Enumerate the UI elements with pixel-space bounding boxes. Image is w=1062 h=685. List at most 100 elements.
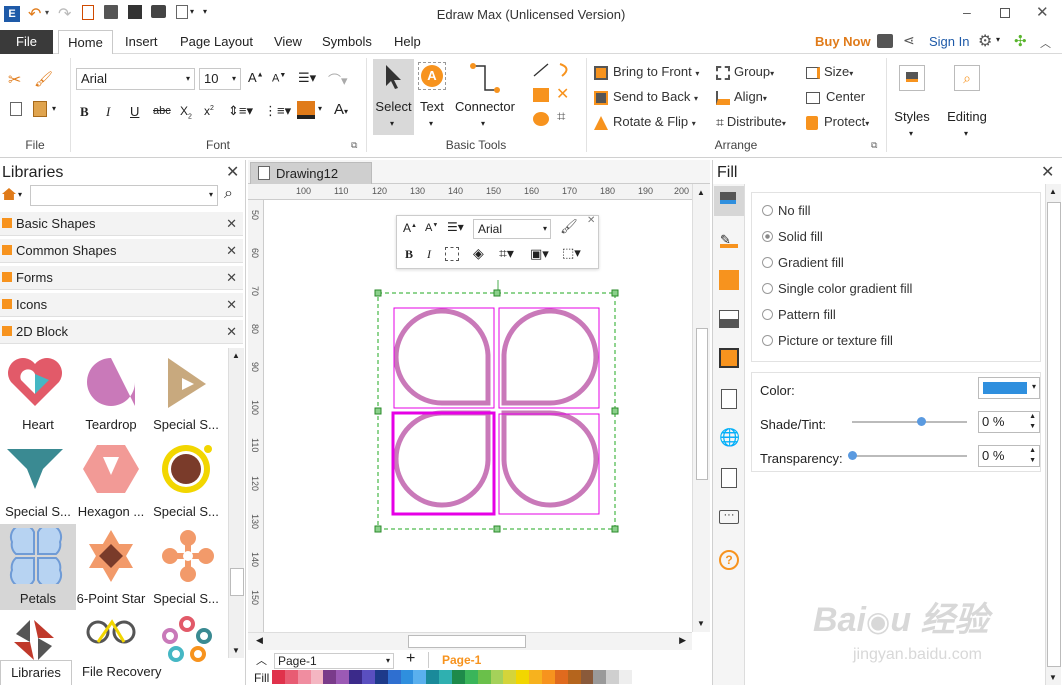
petal-top-right[interactable] [501,308,599,406]
petal-bottom-right[interactable] [501,410,599,508]
format-painter-icon[interactable]: 🖌 [560,218,578,235]
shade-tint-slider[interactable] [852,417,967,426]
strikethrough-icon[interactable]: abc [153,105,171,117]
font-color-fill-icon[interactable] [297,101,315,119]
italic-icon[interactable]: I [427,247,431,262]
shadow-tab-icon[interactable] [719,270,739,290]
library-category[interactable]: Forms ✕ [0,266,243,290]
tab-symbols[interactable]: Symbols [316,30,378,54]
settings-dropdown-icon[interactable]: ▾ [996,35,1000,44]
text-align-icon[interactable]: ☰▾ [298,70,316,86]
fill-tab-icon[interactable] [714,186,744,216]
library-search-input[interactable]: ▾ [30,185,218,206]
help-icon[interactable]: ? [719,550,739,570]
shape-special-4[interactable]: Special S... [148,524,224,610]
align-button[interactable]: Align▾ [716,89,767,105]
shape-teardrop[interactable]: Teardrop [73,350,149,436]
shade-tint-input[interactable]: 0 % ▲ ▼ [978,411,1040,433]
text-tool-icon[interactable]: A [418,62,446,90]
tab-view[interactable]: View [268,30,308,54]
connector-tool-icon[interactable] [467,62,503,96]
hyperlink-globe-icon[interactable]: 🌐 [719,428,740,448]
rotate-flip-button[interactable]: Rotate & Flip ▾ [594,114,696,130]
page-select[interactable]: Page-1 ▾ [274,653,394,669]
buy-now-link[interactable]: Buy Now [815,34,871,49]
close-floating-toolbar-icon[interactable]: ✕ [587,215,595,226]
fill-option-single-color-gradient[interactable]: Single color gradient fill [762,281,912,296]
crop-tool-icon[interactable]: ⌗ [557,108,565,125]
center-button[interactable]: Center [806,89,865,104]
floating-font-select[interactable]: Arial ▾ [473,219,551,239]
shape-6-point-star[interactable]: 6-Point Star [73,524,149,610]
paste-icon[interactable] [33,101,47,117]
arc-tool-icon[interactable] [556,62,574,78]
home-icon[interactable] [2,188,16,200]
sign-in-link[interactable]: Sign In [929,34,969,49]
library-search-icon[interactable]: ⌕ [224,185,233,203]
line-tab-icon[interactable]: ✎ [720,232,738,248]
bullets-icon[interactable]: ⋮≡▾ [264,103,291,119]
grow-font-icon[interactable]: A▲ [403,221,417,235]
horizontal-scrollbar[interactable]: ◀ ▶ [248,632,692,650]
tab-home[interactable]: Home [58,30,113,54]
petal-top-left[interactable] [393,308,491,406]
text-align-icon[interactable]: ☰▾ [447,220,464,234]
protect-button[interactable]: Protect▾ [806,114,869,130]
paste-dropdown-icon[interactable]: ▾ [52,104,56,113]
group-button[interactable]: Group▾ [716,64,774,80]
maximize-icon[interactable] [1000,8,1010,18]
collapse-ribbon-icon[interactable]: ︿ [1040,35,1051,51]
copy-icon[interactable] [10,102,22,116]
shrink-font-icon[interactable]: A▼ [272,72,286,85]
format-painter-icon[interactable]: 🖌 [34,70,53,88]
shape-heart[interactable]: Heart [0,350,76,436]
tab-page-layout[interactable]: Page Layout [174,30,259,54]
shape-petals[interactable]: Petals [0,524,76,610]
minimize-icon[interactable]: – [963,4,971,20]
shape-hexagon[interactable]: Hexagon ... [73,437,149,523]
ellipse-tool-icon[interactable] [533,112,549,126]
text-style-icon[interactable]: A▾ [334,101,348,118]
color-palette[interactable] [272,670,633,684]
picture-tab-icon[interactable] [719,310,739,328]
cross-tool-icon[interactable]: ✕ [556,84,569,104]
fill-option-picture-texture[interactable]: Picture or texture fill [762,333,893,348]
fill-bucket-icon[interactable]: ◈ [473,245,484,262]
close-category-icon[interactable]: ✕ [226,320,237,344]
close-window-icon[interactable]: ✕ [1036,3,1049,21]
add-page-icon[interactable]: + [406,650,415,668]
font-color-dropdown-icon[interactable]: ▾ [318,104,322,113]
cut-icon[interactable]: ✂ [8,70,21,90]
bold-icon[interactable]: B [405,247,413,262]
vertical-scrollbar[interactable]: ▲ ▼ [692,184,710,632]
document-tab[interactable]: Drawing12 [250,162,372,184]
connector-tool-label[interactable]: Connector [455,99,515,114]
close-libraries-icon[interactable]: ✕ [226,162,239,182]
color-picker[interactable]: ▾ [978,377,1040,399]
library-scrollbar[interactable]: ▲ ▼ [228,348,244,658]
settings-gear-icon[interactable]: ⚙ [978,31,992,51]
replace-shape-icon[interactable]: ⬚▾ [562,245,581,261]
addon-icon[interactable]: ✣ [1014,32,1027,50]
group-icon[interactable] [445,247,459,261]
close-category-icon[interactable]: ✕ [226,212,237,236]
text-curve-icon[interactable]: ⌒▾ [328,70,348,89]
italic-icon[interactable]: I [106,104,110,120]
font-size-select[interactable]: 10 ▾ [199,68,241,90]
fill-option-gradient-fill[interactable]: Gradient fill [762,255,844,270]
transparency-input[interactable]: 0 % ▲ ▼ [978,445,1040,467]
home-dropdown-icon[interactable]: ▾ [18,190,22,199]
close-category-icon[interactable]: ✕ [226,239,237,263]
comment-icon[interactable]: ··· [719,510,739,524]
distribute-icon[interactable]: ⌗▾ [499,245,514,262]
superscript-icon[interactable]: x2 [204,104,214,118]
tab-file[interactable]: File [0,30,53,54]
editing-button[interactable]: ⌕ Editing ▾ [940,59,994,149]
send-to-back-button[interactable]: Send to Back ▾ [594,89,698,105]
library-category[interactable]: Icons ✕ [0,293,243,317]
libraries-bottom-tab[interactable]: Libraries [0,660,72,685]
fill-option-no-fill[interactable]: No fill [762,203,811,218]
grow-font-icon[interactable]: A▲ [248,70,264,85]
fill-panel-scrollbar[interactable]: ▲ ▼ [1045,184,1061,685]
font-family-select[interactable]: Arial ▾ [76,68,195,90]
